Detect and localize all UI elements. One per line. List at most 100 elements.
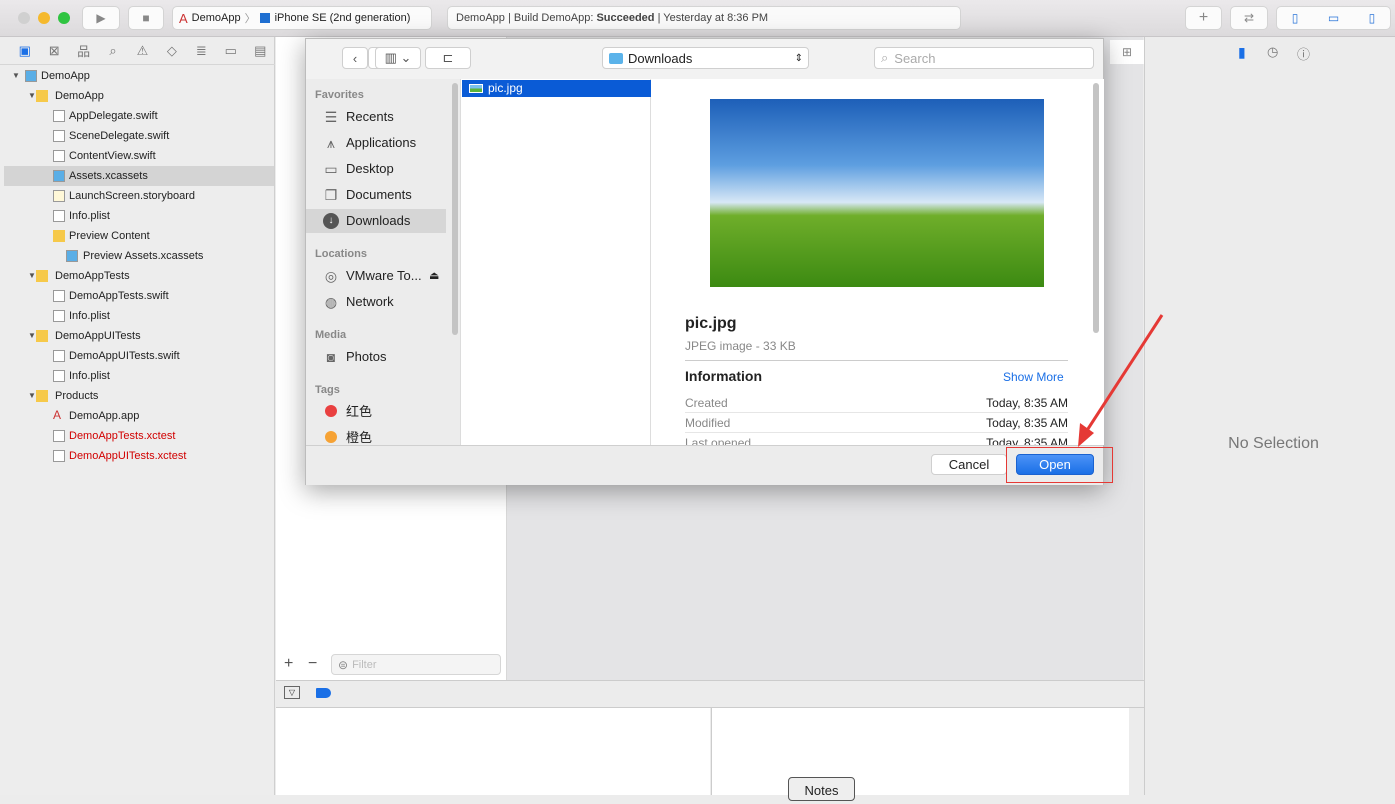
- tree-item[interactable]: LaunchScreen.storyboard: [4, 186, 274, 206]
- location-popup[interactable]: Downloads ⇕: [602, 47, 809, 69]
- sidebar-scrollbar[interactable]: [452, 83, 458, 335]
- library-button[interactable]: +: [1185, 6, 1222, 30]
- sidebar-item-recents[interactable]: ☰ Recents: [306, 105, 446, 129]
- tree-item[interactable]: Assets.xcassets: [4, 166, 274, 186]
- history-inspector-icon[interactable]: ◷: [1267, 44, 1278, 60]
- tree-item[interactable]: DemoAppTests.xctest: [4, 426, 274, 446]
- tree-item-label: AppDelegate.swift: [69, 110, 158, 122]
- scheme-selector[interactable]: A DemoApp 〉 iPhone SE (2nd generation): [172, 6, 432, 30]
- add-editor-button[interactable]: ⊞: [1110, 40, 1144, 64]
- divider: [685, 360, 1068, 361]
- disclosure-triangle-icon[interactable]: ▼: [28, 86, 36, 106]
- disclosure-triangle-icon[interactable]: ▼: [28, 386, 36, 406]
- add-asset-button[interactable]: +: [284, 655, 293, 673]
- back-button[interactable]: ‹: [342, 47, 368, 69]
- location-label: Downloads: [628, 50, 693, 66]
- sidebar-item-applications[interactable]: ⩚ Applications: [306, 131, 446, 155]
- report-icon[interactable]: ▤: [246, 43, 275, 59]
- tree-item[interactable]: Preview Content: [4, 226, 274, 246]
- file-inspector-icon[interactable]: ▮: [1238, 44, 1246, 61]
- sidebar-tag-red[interactable]: 红色: [306, 400, 446, 424]
- breakpoints-toggle-icon[interactable]: [316, 688, 331, 698]
- folder-icon[interactable]: ▣: [10, 43, 39, 59]
- help-inspector-icon[interactable]: ⓘ: [1297, 44, 1310, 63]
- layout-toggles: ▯ ▭ ▯: [1276, 6, 1391, 30]
- tree-item[interactable]: A DemoApp.app: [4, 406, 274, 426]
- chevron-right-icon: 〉: [244, 13, 256, 25]
- tree-item[interactable]: ▼ Products: [4, 386, 274, 406]
- tree-item[interactable]: ▼ DemoAppTests: [4, 266, 274, 286]
- search-icon[interactable]: ⌕: [98, 43, 127, 59]
- search-field[interactable]: ⌕ Search: [874, 47, 1094, 69]
- information-header: Information: [685, 368, 762, 384]
- tree-item[interactable]: Info.plist: [4, 306, 274, 326]
- hide-debug-button[interactable]: ▽: [284, 686, 300, 699]
- remove-asset-button[interactable]: −: [308, 655, 317, 673]
- preview-scrollbar[interactable]: [1093, 83, 1099, 333]
- eject-icon[interactable]: ⏏: [429, 264, 439, 288]
- toggle-inspector-icon[interactable]: ▯: [1369, 11, 1376, 25]
- sidebar-item-downloads[interactable]: ↓ Downloads: [306, 209, 446, 233]
- swift-icon: [53, 130, 65, 142]
- run-button[interactable]: ▶: [82, 6, 120, 30]
- view-mode-button[interactable]: ▥ ⌄: [375, 47, 421, 69]
- tree-item[interactable]: SceneDelegate.swift: [4, 126, 274, 146]
- device-icon: [259, 13, 270, 23]
- tree-item[interactable]: AppDelegate.swift: [4, 106, 274, 126]
- code-review-button[interactable]: ⇄: [1230, 6, 1268, 30]
- sidebar-item-documents[interactable]: ❐ Documents: [306, 183, 446, 207]
- tree-item[interactable]: DemoAppUITests.swift: [4, 346, 274, 366]
- folder-icon: [36, 390, 48, 402]
- toggle-navigator-icon[interactable]: ▯: [1292, 11, 1299, 25]
- network-icon: ◍: [324, 294, 338, 310]
- toggle-debug-icon[interactable]: ▭: [1328, 11, 1339, 25]
- sidebar-item-photos[interactable]: ◙ Photos: [306, 345, 446, 369]
- zoom-window-button[interactable]: [58, 12, 70, 24]
- tree-item[interactable]: DemoAppTests.swift: [4, 286, 274, 306]
- assets-icon: [66, 250, 78, 262]
- warning-icon[interactable]: ⚠: [128, 43, 157, 59]
- notes-button[interactable]: Notes: [788, 777, 855, 801]
- sidebar-item-vmware[interactable]: ◎ VMware To... ⏏: [306, 264, 446, 288]
- stop-button[interactable]: ■: [128, 6, 164, 30]
- disclosure-triangle-icon[interactable]: ▼: [28, 266, 36, 286]
- tree-item[interactable]: ▼ DemoApp: [4, 86, 274, 106]
- disclosure-triangle-icon[interactable]: ▼: [12, 66, 20, 86]
- orange-tag-icon: [323, 430, 339, 446]
- sidebar-item-network[interactable]: ◍ Network: [306, 290, 446, 314]
- column-divider[interactable]: [651, 79, 665, 445]
- test-icon[interactable]: ◇: [157, 43, 186, 59]
- tree-item[interactable]: Info.plist: [4, 206, 274, 226]
- close-window-button[interactable]: [18, 12, 30, 24]
- filter-input[interactable]: ⊜ Filter: [331, 654, 501, 675]
- preview-file-name: pic.jpg: [685, 315, 737, 332]
- tree-item[interactable]: Info.plist: [4, 366, 274, 386]
- info-value: Today, 8:35 AM: [986, 396, 1068, 410]
- item-label: Photos: [346, 349, 387, 364]
- source-control-icon[interactable]: ⊠: [39, 43, 68, 59]
- navigator-selector-bar: ▣ ⊠ 品 ⌕ ⚠ ◇ ≣ ▭ ▤: [0, 37, 275, 65]
- plist-icon: [53, 310, 65, 322]
- new-folder-button[interactable]: ⊏: [425, 47, 471, 69]
- tree-item[interactable]: Preview Assets.xcassets: [4, 246, 274, 266]
- split-editor-icon: ⊞: [1121, 45, 1133, 59]
- tree-item-label: Info.plist: [69, 310, 110, 322]
- desktop-icon: ▭: [324, 161, 338, 177]
- info-row-last-opened: Last opened Today, 8:35 AM: [685, 433, 1068, 445]
- info-row-created: Created Today, 8:35 AM: [685, 393, 1068, 413]
- show-more-link[interactable]: Show More: [1003, 370, 1064, 384]
- tree-item[interactable]: ContentView.swift: [4, 146, 274, 166]
- file-item-pic-jpg[interactable]: pic.jpg: [462, 80, 651, 97]
- variables-view: [276, 708, 710, 795]
- debug-icon[interactable]: ≣: [187, 43, 216, 59]
- minimize-window-button[interactable]: [38, 12, 50, 24]
- hierarchy-icon[interactable]: 品: [69, 41, 98, 60]
- disclosure-triangle-icon[interactable]: ▼: [28, 326, 36, 346]
- cancel-button[interactable]: Cancel: [931, 454, 1007, 475]
- breakpoint-icon[interactable]: ▭: [216, 43, 245, 59]
- plus-icon: +: [1198, 9, 1209, 26]
- sidebar-item-desktop[interactable]: ▭ Desktop: [306, 157, 446, 181]
- tree-item[interactable]: ▼ DemoApp: [4, 66, 274, 86]
- tree-item[interactable]: DemoAppUITests.xctest: [4, 446, 274, 466]
- tree-item[interactable]: ▼ DemoAppUITests: [4, 326, 274, 346]
